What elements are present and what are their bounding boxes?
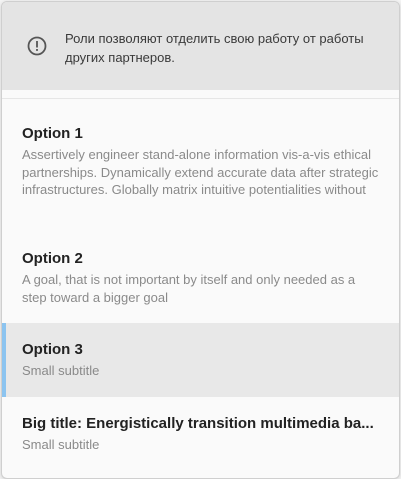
option-4[interactable]: Big title: Energistically transition mul… — [2, 414, 399, 454]
option-1[interactable]: Option 1 Assertively engineer stand-alon… — [2, 124, 399, 199]
option-3[interactable]: Option 3 Small subtitle — [2, 323, 399, 397]
option-subtitle: Small subtitle — [22, 363, 100, 378]
info-banner: Роли позволяют отделить свою работу от р… — [2, 2, 399, 90]
option-subtitle: Small subtitle — [22, 437, 100, 452]
list-divider — [2, 98, 399, 99]
option-title: Option 2 — [22, 250, 83, 267]
banner-text: Роли позволяют отделить свою работу от р… — [65, 31, 364, 65]
option-title: Option 1 — [22, 125, 83, 142]
options-popup: Роли позволяют отделить свою работу от р… — [1, 1, 400, 479]
info-circle-icon — [27, 36, 47, 56]
option-2[interactable]: Option 2 A goal, that is not important b… — [2, 249, 399, 306]
option-subtitle: Assertively engineer stand-alone informa… — [22, 147, 379, 197]
option-title: Option 3 — [22, 341, 83, 358]
option-subtitle: A goal, that is not important by itself … — [22, 272, 356, 305]
option-title: Big title: Energistically transition mul… — [22, 415, 374, 432]
